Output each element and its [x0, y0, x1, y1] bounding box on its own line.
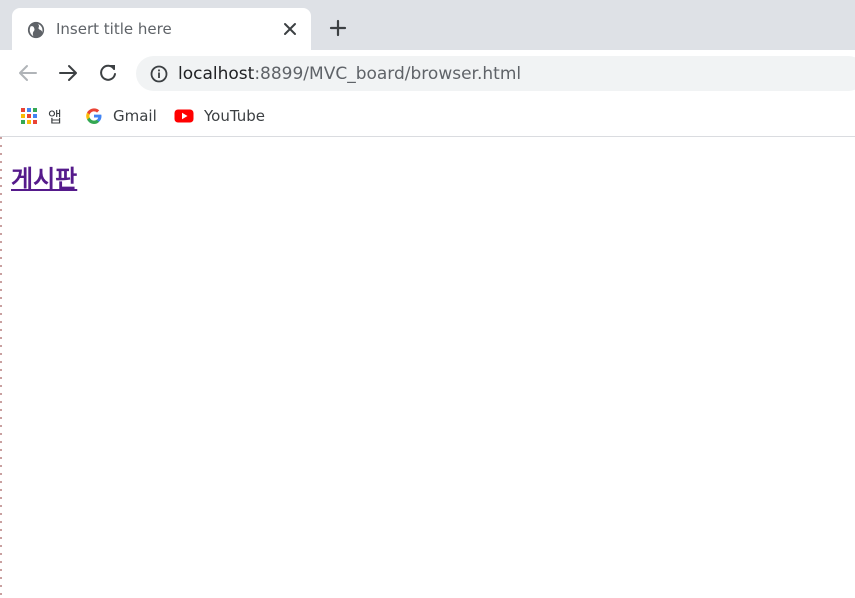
tab-strip: Insert title here	[0, 0, 855, 50]
bookmark-label: 앱	[48, 107, 62, 126]
bookmarks-bar: 앱 Gmail YouTube	[0, 96, 855, 137]
bookmark-label: YouTube	[204, 107, 265, 125]
back-arrow-icon[interactable]	[17, 62, 39, 84]
globe-icon	[27, 21, 45, 39]
board-link[interactable]: 게시판	[11, 159, 77, 194]
google-g-icon	[86, 108, 102, 124]
bookmark-apps[interactable]: 앱	[20, 104, 62, 128]
plus-icon[interactable]	[327, 17, 349, 39]
address-bar[interactable]: localhost:8899/MVC_board/browser.html	[136, 56, 855, 91]
url-path: :8899/MVC_board/browser.html	[254, 64, 522, 84]
active-tab[interactable]: Insert title here	[12, 8, 311, 50]
close-icon[interactable]	[281, 20, 299, 38]
tab-title: Insert title here	[56, 20, 172, 38]
navigation-toolbar: localhost:8899/MVC_board/browser.html	[0, 50, 855, 96]
bookmark-youtube[interactable]: YouTube	[174, 104, 265, 128]
youtube-icon	[174, 109, 194, 123]
apps-grid-icon	[21, 108, 37, 124]
bookmark-label: Gmail	[113, 107, 157, 125]
url-host: localhost	[178, 64, 255, 84]
page-content: 게시판	[0, 137, 855, 598]
reload-icon[interactable]	[97, 62, 119, 84]
bookmark-gmail[interactable]: Gmail	[85, 104, 157, 128]
left-border	[0, 137, 2, 598]
browser-window: Insert title here localhost:8899/MVC_boa…	[0, 0, 855, 598]
info-icon[interactable]	[150, 65, 168, 83]
forward-arrow-icon[interactable]	[57, 62, 79, 84]
url-text[interactable]: localhost:8899/MVC_board/browser.html	[178, 64, 521, 84]
